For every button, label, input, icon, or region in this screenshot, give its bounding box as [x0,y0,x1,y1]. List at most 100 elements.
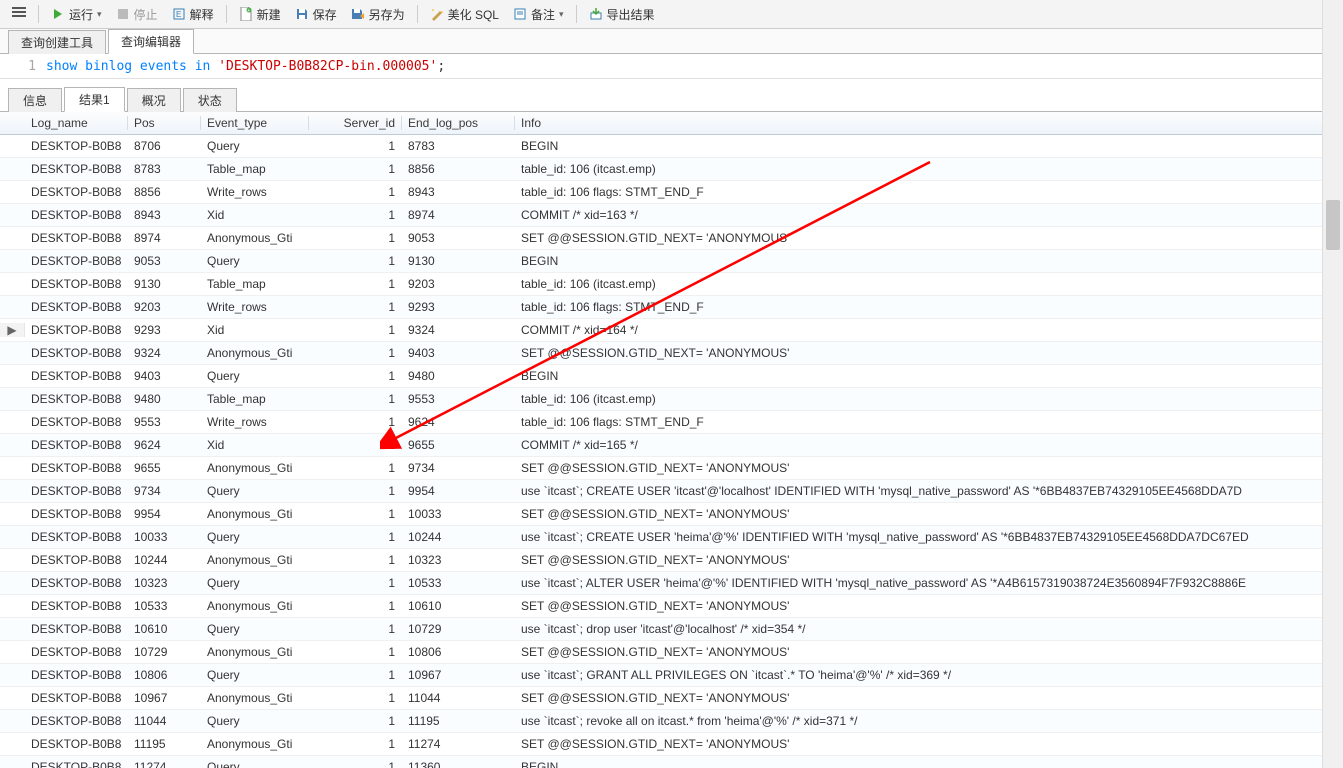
col-pos[interactable]: Pos [128,116,201,130]
table-row[interactable]: DESKTOP-B0B88943Xid18974COMMIT /* xid=16… [0,204,1342,227]
col-info[interactable]: Info [515,116,1342,130]
table-row[interactable]: DESKTOP-B0B810323Query110533use `itcast`… [0,572,1342,595]
cell: 10729 [128,645,201,659]
cell: 9655 [402,438,515,452]
cell: 1 [309,530,402,544]
table-row[interactable]: ▶DESKTOP-B0B89293Xid19324COMMIT /* xid=1… [0,319,1342,342]
explain-button[interactable]: E 解释 [166,4,220,25]
results-grid: Log_name Pos Event_type Server_id End_lo… [0,112,1343,768]
table-row[interactable]: DESKTOP-B0B89480Table_map19553table_id: … [0,388,1342,411]
notes-button[interactable]: 备注 ▾ [507,4,570,25]
lower-tab[interactable]: 信息 [8,88,62,112]
cell: Anonymous_Gti [201,599,309,613]
col-event-type[interactable]: Event_type [201,116,309,130]
table-row[interactable]: DESKTOP-B0B810033Query110244use `itcast`… [0,526,1342,549]
upper-tab[interactable]: 查询创建工具 [8,30,106,54]
stop-button[interactable]: 停止 [110,4,164,25]
cell: DESKTOP-B0B8 [25,346,128,360]
table-row[interactable]: DESKTOP-B0B89053Query19130BEGIN [0,250,1342,273]
lower-tab[interactable]: 概况 [127,88,181,112]
new-button[interactable]: + 新建 [233,4,287,25]
col-log-name[interactable]: Log_name [25,116,128,130]
run-button[interactable]: 运行 ▾ [45,4,108,25]
cell: Anonymous_Gti [201,461,309,475]
table-row[interactable]: DESKTOP-B0B89624Xid19655COMMIT /* xid=16… [0,434,1342,457]
cell: 10610 [402,599,515,613]
cell: DESKTOP-B0B8 [25,323,128,337]
table-row[interactable]: DESKTOP-B0B89403Query19480BEGIN [0,365,1342,388]
table-row[interactable]: DESKTOP-B0B88783Table_map18856table_id: … [0,158,1342,181]
cell: Anonymous_Gti [201,691,309,705]
cell: 1 [309,208,402,222]
cell: 1 [309,622,402,636]
cell: SET @@SESSION.GTID_NEXT= 'ANONYMOUS' [515,645,1342,659]
cell: 9130 [128,277,201,291]
cell: DESKTOP-B0B8 [25,760,128,768]
table-row[interactable]: DESKTOP-B0B89203Write_rows19293table_id:… [0,296,1342,319]
col-server-id[interactable]: Server_id [309,116,402,130]
table-row[interactable]: DESKTOP-B0B811274Query111360BEGIN [0,756,1342,768]
save-button[interactable]: 保存 [289,4,343,25]
cell: BEGIN [515,760,1342,768]
table-row[interactable]: DESKTOP-B0B88706Query18783BEGIN [0,135,1342,158]
cell: 9480 [402,369,515,383]
table-row[interactable]: DESKTOP-B0B810806Query110967use `itcast`… [0,664,1342,687]
cell: Query [201,576,309,590]
table-row[interactable]: DESKTOP-B0B89734Query19954use `itcast`; … [0,480,1342,503]
cell: DESKTOP-B0B8 [25,231,128,245]
menu-button[interactable] [6,5,32,23]
cell: 1 [309,139,402,153]
save-as-button[interactable]: 另存为 [345,4,411,25]
cell: Query [201,484,309,498]
table-row[interactable]: DESKTOP-B0B89553Write_rows19624table_id:… [0,411,1342,434]
cell: 1 [309,162,402,176]
table-row[interactable]: DESKTOP-B0B89130Table_map19203table_id: … [0,273,1342,296]
cell: 10806 [128,668,201,682]
cell: Query [201,254,309,268]
lower-tab[interactable]: 状态 [183,88,237,112]
cell: Write_rows [201,185,309,199]
table-row[interactable]: DESKTOP-B0B88856Write_rows18943table_id:… [0,181,1342,204]
cell: 10033 [402,507,515,521]
cell: 11195 [128,737,201,751]
beautify-button[interactable]: 美化 SQL [424,4,505,25]
col-end-log-pos[interactable]: End_log_pos [402,116,515,130]
cell: 9403 [128,369,201,383]
table-row[interactable]: DESKTOP-B0B811044Query111195use `itcast`… [0,710,1342,733]
table-row[interactable]: DESKTOP-B0B89655Anonymous_Gti19734SET @@… [0,457,1342,480]
cell: DESKTOP-B0B8 [25,668,128,682]
cell: ▶ [0,323,25,337]
vertical-scrollbar[interactable] [1322,0,1343,768]
cell: DESKTOP-B0B8 [25,461,128,475]
cell: DESKTOP-B0B8 [25,645,128,659]
table-row[interactable]: DESKTOP-B0B88974Anonymous_Gti19053SET @@… [0,227,1342,250]
cell: Write_rows [201,415,309,429]
cell: 1 [309,346,402,360]
cell: Anonymous_Gti [201,346,309,360]
export-button[interactable]: 导出结果 [583,4,661,25]
cell: 11044 [402,691,515,705]
cell: 10323 [402,553,515,567]
cell: 1 [309,484,402,498]
lower-tab[interactable]: 结果1 [64,87,125,112]
table-row[interactable]: DESKTOP-B0B810244Anonymous_Gti110323SET … [0,549,1342,572]
table-row[interactable]: DESKTOP-B0B811195Anonymous_Gti111274SET … [0,733,1342,756]
upper-tab[interactable]: 查询编辑器 [108,29,194,54]
table-row[interactable]: DESKTOP-B0B810610Query110729use `itcast`… [0,618,1342,641]
cell: 1 [309,461,402,475]
sql-editor[interactable]: 1 show binlog events in 'DESKTOP-B0B82CP… [0,54,1343,79]
table-row[interactable]: DESKTOP-B0B810729Anonymous_Gti110806SET … [0,641,1342,664]
cell: 10533 [128,599,201,613]
upper-tabstrip: 查询创建工具查询编辑器 [0,29,1343,54]
table-row[interactable]: DESKTOP-B0B810533Anonymous_Gti110610SET … [0,595,1342,618]
cell: 8856 [402,162,515,176]
table-row[interactable]: DESKTOP-B0B810967Anonymous_Gti111044SET … [0,687,1342,710]
table-row[interactable]: DESKTOP-B0B89324Anonymous_Gti19403SET @@… [0,342,1342,365]
cell: Write_rows [201,300,309,314]
cell: Table_map [201,277,309,291]
main-toolbar: 运行 ▾ 停止 E 解释 + 新建 保存 另存为 美化 SQL 备注 ▾ 导出结… [0,0,1343,29]
cell: Table_map [201,162,309,176]
table-row[interactable]: DESKTOP-B0B89954Anonymous_Gti110033SET @… [0,503,1342,526]
cell: table_id: 106 flags: STMT_END_F [515,185,1342,199]
hamburger-icon [12,7,26,21]
